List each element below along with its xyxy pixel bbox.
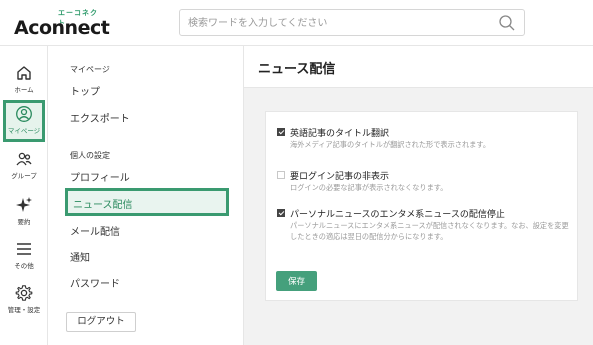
- user-circle-icon: [16, 106, 32, 122]
- menu-section-personal: 個人の設定: [70, 151, 110, 160]
- mypage-menu: マイページ トップ エクスポート 個人の設定 プロフィール ニュース配信 メール…: [48, 46, 244, 345]
- rail-label-summary: 要約: [17, 218, 31, 226]
- rail-item-summary[interactable]: 要約: [3, 192, 45, 232]
- menu-item-mail[interactable]: メール配信: [70, 223, 120, 238]
- menu-icon: [17, 243, 31, 255]
- search-input[interactable]: [188, 14, 488, 32]
- checkbox-title-translation[interactable]: [277, 128, 285, 136]
- main-title-bar: ニュース配信: [244, 46, 593, 88]
- menu-item-export[interactable]: エクスポート: [70, 110, 130, 125]
- checkbox-stop-entertainment[interactable]: [277, 209, 285, 217]
- option-title: 要ログイン記事の非表示: [290, 172, 390, 182]
- aconnect-logo[interactable]: エーコネクト Aconnect: [14, 8, 110, 39]
- rail-label-other: その他: [14, 262, 34, 270]
- main-content: ニュース配信 英語記事のタイトル翻訳 海外メディア記事のタイトルが翻訳された形で…: [244, 46, 593, 345]
- menu-item-notify[interactable]: 通知: [70, 249, 90, 264]
- group-icon: [16, 152, 32, 166]
- rail-item-mypage[interactable]: マイページ: [3, 100, 45, 142]
- gear-icon: [15, 285, 33, 301]
- rail-label-admin: 管理・設定: [7, 306, 41, 314]
- option-desc: ログインの必要な記事が表示されなくなります。: [290, 183, 448, 192]
- option-desc: 海外メディア記事のタイトルが翻訳された形で表示されます。: [290, 140, 491, 149]
- rail-item-home[interactable]: ホーム: [3, 60, 45, 100]
- option-title: 英語記事のタイトル翻訳: [290, 129, 390, 139]
- sparkle-icon: [16, 197, 32, 212]
- save-button[interactable]: 保存: [276, 271, 317, 291]
- option-title: パーソナルニュースのエンタメ系ニュースの配信停止: [290, 210, 505, 220]
- logout-button[interactable]: ログアウト: [66, 312, 136, 332]
- menu-item-top[interactable]: トップ: [70, 83, 100, 98]
- search-icon[interactable]: [498, 14, 516, 32]
- rail-item-other[interactable]: その他: [3, 236, 45, 276]
- checkbox-hide-login[interactable]: [277, 171, 285, 179]
- option-desc: パーソナルニュースにエンタメ系ニュースが配信されなくなります。なお、設定を変更し…: [290, 221, 569, 241]
- settings-card: 英語記事のタイトル翻訳 海外メディア記事のタイトルが翻訳された形で表示されます。…: [265, 111, 578, 301]
- rail-label-mypage: マイページ: [7, 127, 41, 135]
- menu-item-news[interactable]: ニュース配信: [65, 188, 229, 216]
- menu-item-password[interactable]: パスワード: [70, 275, 120, 290]
- search-box: [179, 9, 525, 36]
- rail-label-home: ホーム: [14, 86, 34, 94]
- page-title: ニュース配信: [258, 62, 336, 77]
- menu-item-profile[interactable]: プロフィール: [70, 169, 130, 184]
- rail-item-group[interactable]: グループ: [3, 146, 45, 186]
- rail-item-admin[interactable]: 管理・設定: [3, 280, 45, 320]
- menu-section-mypage: マイページ: [70, 65, 110, 74]
- rail-label-group: グループ: [11, 172, 37, 180]
- logo-text: Aconnect: [14, 17, 110, 39]
- home-icon: [17, 66, 31, 80]
- icon-rail: ホーム マイページ グループ 要約 その他 管理・設定: [0, 46, 48, 345]
- app-header: エーコネクト Aconnect: [0, 0, 593, 46]
